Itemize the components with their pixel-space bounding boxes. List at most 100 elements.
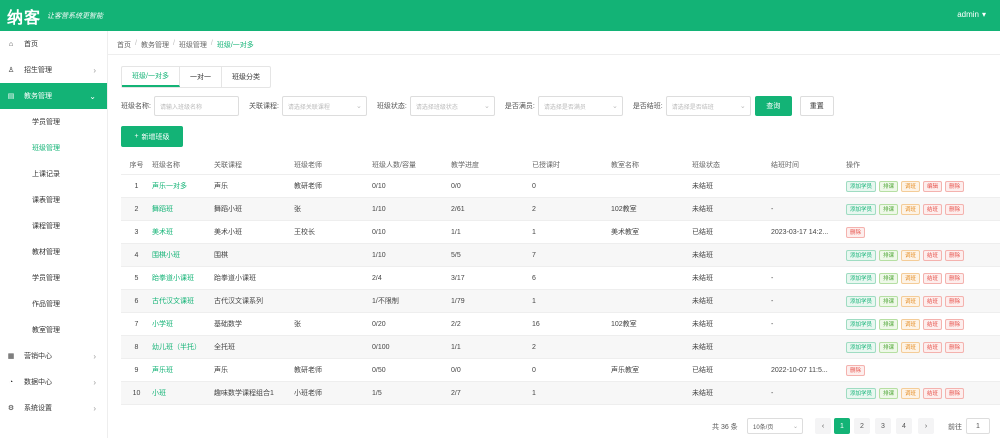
class-name-link[interactable]: 声乐一对多 [152, 181, 214, 191]
delete-button[interactable]: 删除 [945, 203, 965, 215]
close-class-button[interactable]: 结班 [923, 203, 943, 215]
course-cell: 全托班 [214, 344, 235, 351]
schedule-button[interactable]: 排课 [879, 341, 899, 353]
transfer-button[interactable]: 调班 [901, 341, 921, 353]
class-name-link[interactable]: 跆拳道小课班 [152, 273, 214, 283]
sidebar-sub-attendance[interactable]: 上课记录 [0, 161, 107, 187]
class-name-link[interactable]: 幼儿班（半托） [152, 342, 214, 352]
end-select[interactable]: 请选择是否结班 ⌄ [665, 96, 751, 116]
status-select[interactable]: 请选择班级状态 ⌄ [409, 96, 495, 116]
class-name-link[interactable]: 舞蹈班 [152, 204, 214, 214]
transfer-button[interactable]: 调班 [901, 387, 921, 399]
add-student-button[interactable]: 添加学员 [846, 295, 877, 307]
sidebar-item-enroll[interactable]: ♙ 招生管理 › [0, 57, 107, 83]
transfer-button[interactable]: 调班 [901, 295, 921, 307]
course-select[interactable]: 请选择关联课程 ⌄ [281, 96, 367, 116]
breadcrumb-separator: / [135, 40, 137, 47]
status-cell: 未结班 [692, 298, 713, 305]
breadcrumb-item[interactable]: 教务管理 [141, 40, 169, 50]
sidebar-sub-student[interactable]: 学员管理 [0, 109, 107, 135]
class-name-link[interactable]: 小学班 [152, 319, 214, 329]
delete-button[interactable]: 删除 [846, 226, 866, 238]
schedule-button[interactable]: 排课 [879, 203, 899, 215]
transfer-button[interactable]: 调班 [901, 203, 921, 215]
schedule-button[interactable]: 排课 [879, 272, 899, 284]
page-button[interactable]: 2 [854, 418, 870, 434]
add-class-button[interactable]: + 新增班级 [121, 126, 183, 147]
delete-button[interactable]: 删除 [945, 318, 965, 330]
transfer-button[interactable]: 调班 [901, 180, 921, 192]
close-class-button[interactable]: 结班 [923, 387, 943, 399]
page-size-select[interactable]: 10条/页 ⌄ [747, 418, 803, 434]
delete-button[interactable]: 删除 [846, 364, 866, 376]
goto-label: 前往 [948, 424, 962, 431]
add-class-label: 新增班级 [141, 133, 170, 141]
progress-cell: 2/61 [451, 205, 465, 213]
tab-one-on-one[interactable]: 一对一 [180, 67, 222, 87]
user-menu[interactable]: admin ▾ [957, 10, 986, 19]
table-row: 9 声乐班 声乐 教研老师 0/50 0/0 0 声乐教室 已结班 2022-10-07 11:5… [121, 359, 1000, 382]
schedule-button[interactable]: 排课 [879, 318, 899, 330]
sidebar-item-academic[interactable]: ▤ 教务管理 ⌄ [0, 83, 107, 109]
next-page-button[interactable]: › [918, 418, 934, 434]
add-student-button[interactable]: 添加学员 [846, 203, 877, 215]
class-name-link[interactable]: 小班 [152, 388, 214, 398]
close-class-button[interactable]: 结班 [923, 341, 943, 353]
sidebar-sub-course[interactable]: 课程管理 [0, 213, 107, 239]
sidebar-sub-class[interactable]: 班级管理 [0, 135, 107, 161]
delete-button[interactable]: 删除 [945, 180, 965, 192]
class-name-link[interactable]: 声乐班 [152, 365, 214, 375]
class-name-link[interactable]: 美术班 [152, 227, 214, 237]
close-class-button[interactable]: 结班 [923, 318, 943, 330]
breadcrumb-item[interactable]: 首页 [117, 40, 131, 50]
sidebar-item-home[interactable]: ⌂ 首页 [0, 31, 107, 57]
hours-cell: 2 [532, 343, 536, 351]
column-header: 教室名称 [611, 161, 639, 169]
add-student-button[interactable]: 添加学员 [846, 387, 877, 399]
delete-button[interactable]: 删除 [945, 249, 965, 261]
delete-button[interactable]: 删除 [945, 341, 965, 353]
add-student-button[interactable]: 添加学员 [846, 249, 877, 261]
transfer-button[interactable]: 调班 [901, 318, 921, 330]
schedule-button[interactable]: 排课 [879, 180, 899, 192]
class-name-link[interactable]: 古代汉文课班 [152, 296, 214, 306]
close-class-button[interactable]: 结班 [923, 272, 943, 284]
breadcrumb-item[interactable]: 班级管理 [179, 40, 207, 50]
transfer-button[interactable]: 调班 [901, 272, 921, 284]
reset-button[interactable]: 重置 [799, 96, 834, 116]
delete-button[interactable]: 删除 [945, 387, 965, 399]
progress-cell: 2/7 [451, 389, 461, 397]
delete-button[interactable]: 删除 [945, 295, 965, 307]
page-button[interactable]: 3 [875, 418, 891, 434]
edit-button[interactable]: 编辑 [923, 180, 943, 192]
prev-page-button[interactable]: ‹ [815, 418, 831, 434]
schedule-button[interactable]: 排课 [879, 387, 899, 399]
tab-class-group[interactable]: 班级/一对多 [122, 67, 180, 87]
schedule-button[interactable]: 排课 [879, 249, 899, 261]
tab-class-category[interactable]: 班级分类 [222, 67, 270, 87]
sidebar-sub-schedule[interactable]: 课表管理 [0, 187, 107, 213]
close-class-button[interactable]: 结班 [923, 295, 943, 307]
close-class-button[interactable]: 结班 [923, 249, 943, 261]
page-button[interactable]: 1 [834, 418, 850, 434]
sidebar-sub-material[interactable]: 教材管理 [0, 239, 107, 265]
delete-button[interactable]: 删除 [945, 272, 965, 284]
goto-page-input[interactable]: 1 [966, 418, 990, 434]
transfer-button[interactable]: 调班 [901, 249, 921, 261]
add-student-button[interactable]: 添加学员 [846, 180, 877, 192]
sidebar-item-marketing[interactable]: ▦ 营销中心 › [0, 343, 107, 369]
class-name-input[interactable]: 请输入班级名称 [153, 96, 239, 116]
search-button[interactable]: 查询 [754, 96, 792, 116]
page-button[interactable]: 4 [896, 418, 912, 434]
add-student-button[interactable]: 添加学员 [846, 272, 877, 284]
sidebar-sub-classroom[interactable]: 教室管理 [0, 317, 107, 343]
sidebar-item-data[interactable]: ◔ 数据中心 › [0, 369, 107, 395]
class-name-link[interactable]: 围棋小班 [152, 250, 214, 260]
teacher-cell: 王校长 [294, 229, 315, 236]
add-student-button[interactable]: 添加学员 [846, 341, 877, 353]
sidebar-sub-works[interactable]: 作品管理 [0, 291, 107, 317]
full-select[interactable]: 请选择是否满员 ⌄ [537, 96, 623, 116]
sidebar-sub-learner[interactable]: 学员管理 [0, 265, 107, 291]
schedule-button[interactable]: 排课 [879, 295, 899, 307]
add-student-button[interactable]: 添加学员 [846, 318, 877, 330]
